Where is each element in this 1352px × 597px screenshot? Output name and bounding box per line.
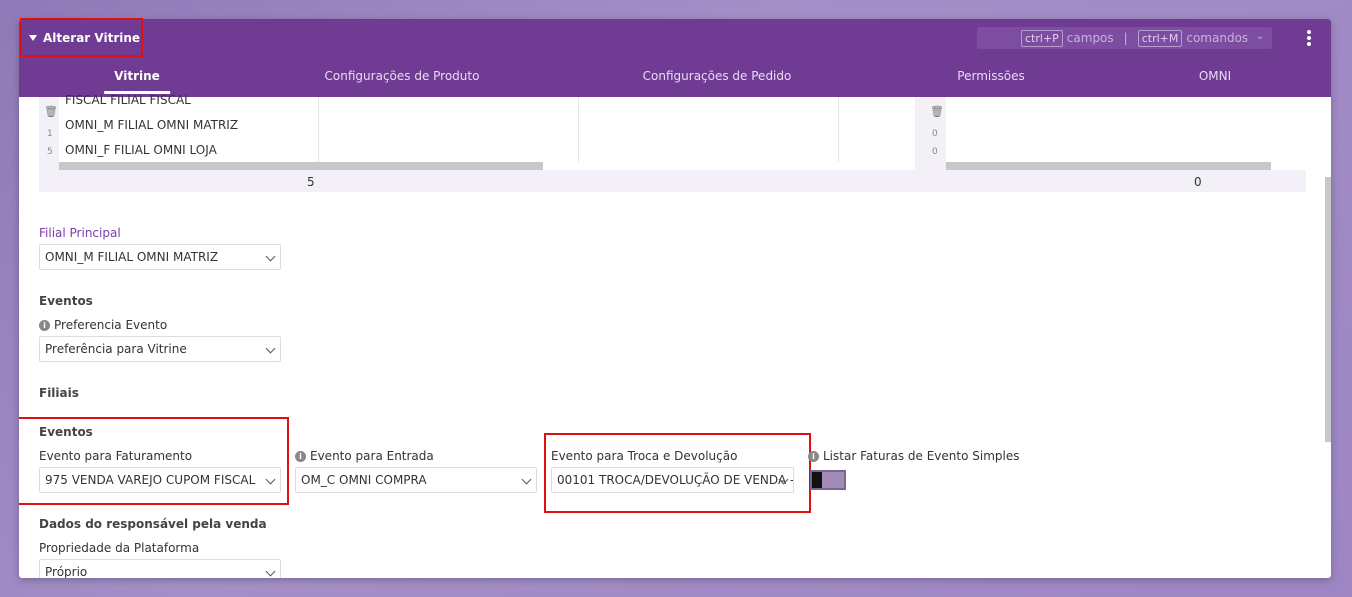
shortcut-bar[interactable]: ctrl+P campos | ctrl+M comandos ⌄: [977, 27, 1272, 49]
eventos-heading: Eventos: [39, 294, 93, 308]
content-area: 🗑 1 5 FISCAL FILIAL FISCAL OMNI_M FILIAL…: [19, 93, 1331, 578]
title-highlight-box: [20, 18, 143, 57]
shortcut-label-commands: comandos: [1186, 31, 1249, 45]
tab-configuracoes-produto[interactable]: Configurações de Produto: [325, 69, 480, 83]
vertical-scrollbar[interactable]: [1325, 177, 1331, 442]
chevron-down-icon[interactable]: ⌄: [1256, 31, 1264, 42]
list-item[interactable]: OMNI_F FILIAL OMNI LOJA: [65, 143, 217, 157]
filial-principal-value: OMNI_M FILIAL OMNI MATRIZ: [45, 250, 219, 264]
filiais-heading: Filiais: [39, 386, 79, 400]
listar-faturas-toggle[interactable]: [810, 470, 846, 490]
filial-principal-select[interactable]: OMNI_M FILIAL OMNI MATRIZ: [39, 244, 281, 270]
row-index: 1: [47, 129, 53, 139]
list-item[interactable]: OMNI_M FILIAL OMNI MATRIZ: [65, 118, 238, 132]
trash-icon[interactable]: 🗑: [44, 105, 58, 118]
evento-troca-select[interactable]: 00101 TROCA/DEVOLUÇÃO DE VENDA -: [551, 467, 794, 493]
grid-filiais-right: 🗑 0 0 0: [924, 97, 1306, 192]
evento-entrada-select[interactable]: OM_C OMNI COMPRA: [295, 467, 537, 493]
tab-omni[interactable]: OMNI: [1199, 69, 1231, 83]
shortcut-label-fields: campos: [1066, 31, 1114, 45]
tab-permissoes[interactable]: Permissões: [957, 69, 1024, 83]
row-index: 0: [932, 147, 938, 157]
chevron-down-icon: [265, 474, 276, 485]
horizontal-scrollbar[interactable]: [59, 162, 543, 170]
evento-faturamento-label: Evento para Faturamento: [39, 449, 193, 463]
shortcut-separator: |: [1123, 31, 1128, 45]
preferencia-evento-value: Preferência para Vitrine: [45, 342, 187, 356]
tab-configuracoes-pedido[interactable]: Configurações de Pedido: [643, 69, 792, 83]
grid-filiais-left: 🗑 1 5 FISCAL FILIAL FISCAL OMNI_M FILIAL…: [39, 93, 915, 192]
chevron-down-icon: [265, 343, 276, 354]
evento-troca-value: 00101 TROCA/DEVOLUÇÃO DE VENDA -: [557, 473, 794, 487]
chevron-down-icon: [521, 474, 532, 485]
row-index: 0: [932, 129, 938, 139]
listar-faturas-label: i Listar Faturas de Evento Simples: [808, 449, 1019, 463]
propriedade-plataforma-select[interactable]: Próprio: [39, 559, 281, 578]
evento-faturamento-value: 975 VENDA VAREJO CUPOM FISCAL: [45, 473, 256, 487]
row-count: 0: [1194, 175, 1202, 189]
evento-troca-label: Evento para Troca e Devolução: [551, 449, 738, 463]
tab-vitrine[interactable]: Vitrine: [104, 69, 170, 94]
more-options-icon[interactable]: [1307, 30, 1311, 48]
row-count: 5: [307, 175, 315, 189]
window-header: Alterar Vitrine ctrl+P campos | ctrl+M c…: [19, 19, 1331, 97]
info-icon[interactable]: i: [295, 450, 306, 462]
shortcut-key-commands: ctrl+M: [1137, 29, 1183, 47]
filiais-eventos-heading: Eventos: [39, 425, 93, 439]
evento-entrada-label: i Evento para Entrada: [295, 449, 434, 463]
propriedade-plataforma-label: Propriedade da Plataforma: [39, 541, 200, 555]
shortcut-key-fields: ctrl+P: [1021, 29, 1063, 47]
chevron-down-icon: [265, 566, 276, 577]
filial-principal-label: Filial Principal: [39, 226, 121, 240]
evento-faturamento-select[interactable]: 975 VENDA VAREJO CUPOM FISCAL: [39, 467, 281, 493]
preferencia-evento-label: i Preferencia Evento: [39, 318, 167, 332]
info-icon[interactable]: i: [808, 450, 819, 462]
tab-bar: Vitrine Configurações de Produto Configu…: [19, 69, 1331, 97]
chevron-down-icon: [265, 251, 276, 262]
toggle-knob: [812, 472, 822, 488]
info-icon[interactable]: i: [39, 319, 50, 331]
row-index: 5: [47, 147, 53, 157]
propriedade-plataforma-value: Próprio: [45, 565, 88, 578]
responsavel-heading: Dados do responsável pela venda: [39, 517, 267, 531]
preferencia-evento-select[interactable]: Preferência para Vitrine: [39, 336, 281, 362]
list-item[interactable]: FISCAL FILIAL FISCAL: [65, 93, 191, 107]
horizontal-scrollbar[interactable]: [946, 162, 1271, 170]
evento-entrada-value: OM_C OMNI COMPRA: [301, 473, 427, 487]
trash-icon[interactable]: 🗑: [930, 105, 944, 118]
vitrine-window: Alterar Vitrine ctrl+P campos | ctrl+M c…: [19, 19, 1331, 578]
